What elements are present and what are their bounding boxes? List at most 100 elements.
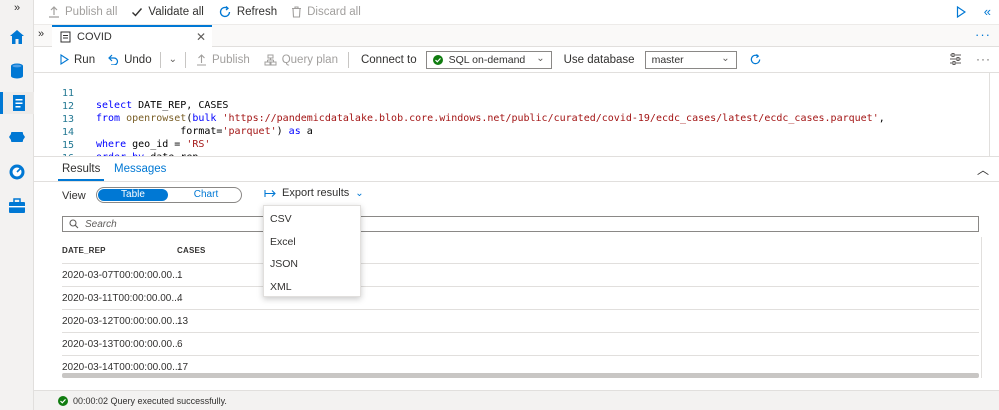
code-token: DATE_REP, CASES [132,100,229,111]
tab-results[interactable]: Results [62,163,100,175]
code-line: 16 [34,141,74,164]
connect-to-value: SQL on-demand [448,53,526,66]
active-tab-indicator [58,179,104,181]
line-number: 14 [62,127,75,138]
undo-label: Undo [124,53,152,66]
code-token: bulk [192,113,217,124]
query-plan-icon [264,54,277,65]
code-token: geo_id = [126,139,187,150]
run-label: Run [74,53,96,66]
query-plan-button[interactable]: Query plan [264,54,338,66]
table-row[interactable]: 2020-03-11T00:00:00.00... 4 [62,286,979,309]
publish-icon [49,6,59,18]
properties-icon[interactable] [949,53,962,65]
status-text: 00:00:02 Query executed successfully. [73,395,227,406]
sql-editor[interactable]: 11 select DATE_REP, CASES 12 from openro… [34,73,999,164]
line-number: 12 [62,101,75,112]
sql-script-icon [60,31,71,43]
chevron-down-icon: ⌄ [721,52,730,64]
grid-vertical-scrollbar[interactable] [981,237,989,378]
refresh-button[interactable]: Refresh [218,5,277,19]
export-xml-option[interactable]: XML [270,281,292,293]
monitor-icon[interactable] [6,161,28,183]
view-row: View Table Chart Export results ⌄ [34,182,999,208]
tab-messages[interactable]: Messages [114,163,166,175]
validate-all-button[interactable]: Validate all [131,6,204,18]
publish-label: Publish [212,53,250,66]
column-header-date-rep[interactable]: DATE_REP [62,246,106,255]
manage-icon[interactable] [6,195,28,217]
code-token: format= [96,126,223,137]
run-button[interactable]: Run [60,54,95,66]
refresh-database-icon[interactable] [749,53,762,66]
tab-covid[interactable]: COVID ✕ [52,25,212,47]
tab-row: » COVID ✕ ··· [34,25,999,47]
data-icon[interactable] [6,60,28,82]
publish-button[interactable]: Publish [196,54,250,66]
database-select[interactable]: master ⌄ [644,50,737,69]
top-toolbar: Publish all Validate all Refresh Discard… [34,0,999,25]
undo-button[interactable]: Undo [107,54,152,66]
code-token: , [878,113,885,124]
table-row[interactable]: 2020-03-12T00:00:00.00... 13 [62,309,979,332]
search-input[interactable]: Search [62,216,979,232]
line-number: 15 [62,140,75,151]
undo-icon [108,54,119,65]
line-number: 13 [62,114,75,125]
export-csv-option[interactable]: CSV [270,213,292,225]
table-row[interactable]: 2020-03-13T00:00:00.00... 6 [62,332,979,355]
export-json-option[interactable]: JSON [270,258,298,270]
undo-dropdown-icon[interactable]: ⌄ [169,54,177,65]
view-toggle: Table Chart [96,187,242,203]
code-token: 'parquet' [222,126,277,137]
connect-to-select[interactable]: SQL on-demand ⌄ [425,50,552,69]
query-plan-label: Query plan [281,53,338,66]
code-token: a [300,126,313,137]
code-line: 15 order by date_rep [34,128,198,163]
integrate-icon[interactable] [6,126,28,148]
success-check-icon [58,395,68,406]
editor-scrollbar[interactable] [989,73,999,156]
cell-cases: 6 [177,339,183,350]
separator [159,51,161,68]
grid-header: DATE_REP CASES [62,237,979,261]
home-icon[interactable] [6,26,28,48]
connect-to-label: Connect to [360,53,417,66]
more-options-icon[interactable]: ··· [975,27,991,42]
checkmark-icon [132,8,143,17]
validate-all-label: Validate all [148,6,204,18]
chevron-down-icon: ⌄ [355,187,364,199]
expand-explorer-icon[interactable]: » [38,28,44,40]
view-chart-option[interactable]: Chart [171,189,241,201]
results-tab-bar: Results Messages ︿ [34,156,999,182]
play-outline-icon[interactable] [956,5,966,18]
develop-icon[interactable] [0,92,34,114]
discard-all-button[interactable]: Discard all [291,6,361,18]
export-menu: CSV Excel JSON XML [263,205,361,297]
code-line: 14 where geo_id = 'RS' [34,115,210,150]
code-token: ) [276,126,289,137]
more-commands-icon[interactable]: ··· [976,52,991,66]
publish-all-button[interactable]: Publish all [48,6,117,18]
export-arrow-icon [264,189,276,197]
publish-icon [197,53,206,66]
expand-nav-icon[interactable]: » [0,2,34,14]
view-table-option[interactable]: Table [98,189,168,201]
view-label: View [62,190,86,202]
export-results-button[interactable]: Export results ⌄ [264,187,364,199]
code-token: select [96,100,133,111]
code-token: 'RS' [186,139,211,150]
code-token: openrowset [120,113,187,124]
collapse-results-icon[interactable]: ︿ [977,161,989,178]
export-excel-option[interactable]: Excel [270,236,296,248]
close-tab-icon[interactable]: ✕ [196,30,206,44]
cell-date-rep: 2020-03-12T00:00:00.00... [62,316,181,327]
grid-horizontal-scrollbar[interactable] [62,373,979,378]
cell-cases: 13 [177,316,189,327]
cell-cases: 1 [177,270,183,281]
run-icon [60,54,69,65]
column-header-cases[interactable]: CASES [177,246,206,255]
use-database-label: Use database [563,53,635,66]
table-row[interactable]: 2020-03-07T00:00:00.00... 1 [62,263,979,286]
collapse-panel-icon[interactable]: « [984,4,991,19]
